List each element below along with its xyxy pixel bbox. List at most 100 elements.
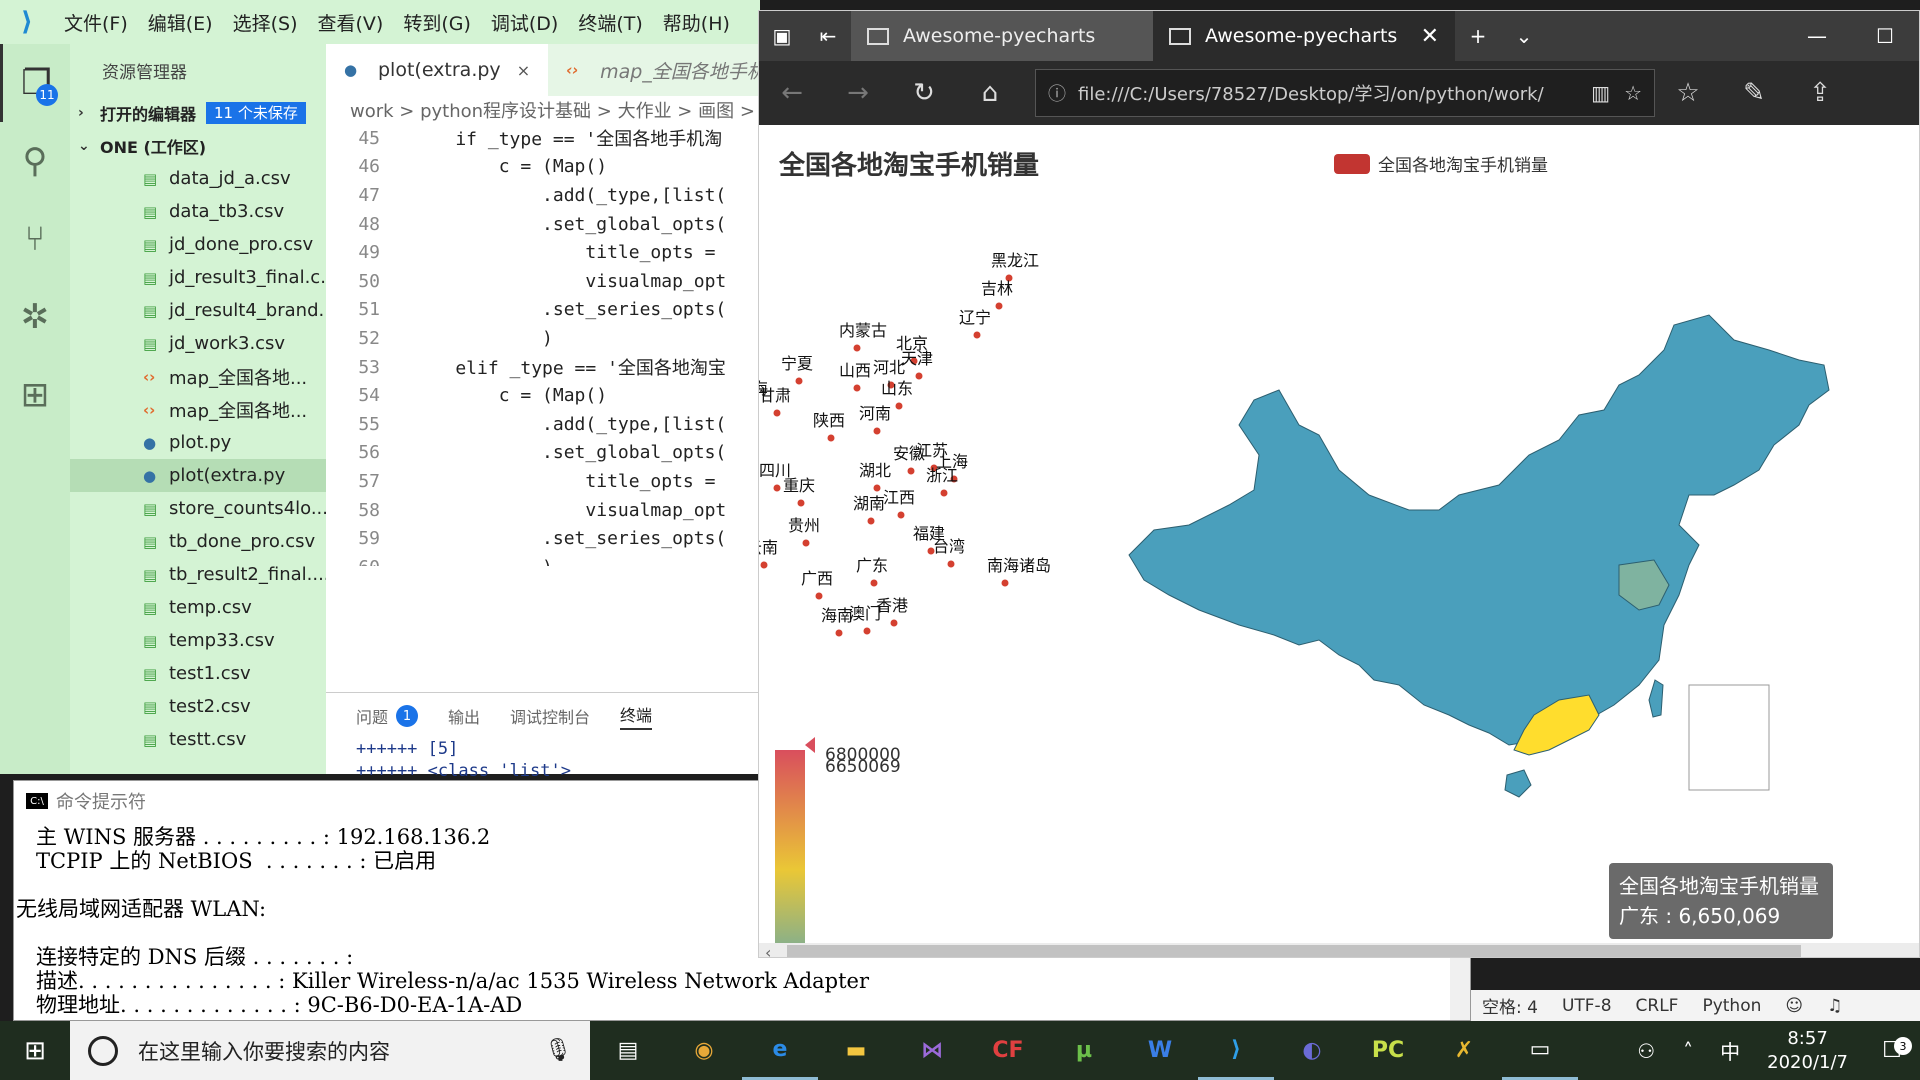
province-marker[interactable] xyxy=(947,560,955,568)
task-view-icon[interactable]: ▤ xyxy=(590,1021,666,1080)
province-marker[interactable] xyxy=(870,579,878,587)
scroll-thumb[interactable] xyxy=(787,945,1801,957)
minimize-icon[interactable]: — xyxy=(1783,11,1851,61)
vscode-icon[interactable]: ⟩ xyxy=(1198,1021,1274,1080)
chrome-icon[interactable]: ◉ xyxy=(666,1021,742,1080)
file-item[interactable]: ▤ test2.csv xyxy=(70,690,326,723)
debug-icon[interactable]: ✲ xyxy=(0,278,70,356)
visual-studio-icon[interactable]: ⋈ xyxy=(894,1021,970,1080)
explorer-icon[interactable]: ❐ 11 xyxy=(0,44,70,122)
code-editor[interactable]: 45 if _type == '全国各地手机淘 46 c = (Map() 47 .… xyxy=(326,124,760,566)
edge-icon[interactable]: e xyxy=(742,1021,818,1080)
app-icon[interactable]: ✗ xyxy=(1426,1021,1502,1080)
source-control-icon[interactable]: ⑂ xyxy=(0,200,70,278)
file-item[interactable]: ▤ tb_done_pro.csv xyxy=(70,525,326,558)
menu-help[interactable]: 帮助(H) xyxy=(653,9,740,36)
tab-list-chevron-icon[interactable]: ⌄ xyxy=(1501,11,1547,61)
search-icon[interactable]: ⚲ xyxy=(0,122,70,200)
windows-start-icon[interactable]: ⊞ xyxy=(0,1021,70,1080)
address-bar[interactable]: ⓘ file:///C:/Users/78527/Desktop/学习/on/p… xyxy=(1035,69,1655,117)
status-language[interactable]: Python xyxy=(1690,996,1773,1016)
favorite-star-icon[interactable]: ☆ xyxy=(1624,81,1642,105)
pycharm-icon[interactable]: PC xyxy=(1350,1021,1426,1080)
tab-debug-console[interactable]: 调试控制台 xyxy=(510,704,590,728)
province-marker[interactable] xyxy=(802,539,810,547)
province-marker[interactable] xyxy=(815,592,823,600)
province-marker[interactable] xyxy=(940,489,948,497)
status-indent[interactable]: 空格: 4 xyxy=(1470,993,1550,1018)
bell-icon[interactable]: ♫ xyxy=(1815,996,1854,1016)
menu-terminal[interactable]: 终端(T) xyxy=(568,9,652,36)
province-marker[interactable] xyxy=(773,409,781,417)
file-item[interactable]: ▤ jd_result4_brand... xyxy=(70,294,326,327)
province-marker[interactable] xyxy=(797,499,805,507)
clock[interactable]: 8:57 2020/1/7 xyxy=(1751,1027,1864,1075)
tab-close-icon[interactable]: × xyxy=(517,61,530,80)
open-editors-section[interactable]: › 打开的编辑器 11 个未保存 xyxy=(70,96,326,129)
microphone-icon[interactable]: 🎙 xyxy=(544,1038,572,1063)
file-item[interactable]: ▤ temp33.csv xyxy=(70,624,326,657)
china-map-chart[interactable]: 黑龙江吉林辽宁新疆内蒙古北京天津宁夏山西河北山东青海甘肃陕西河南西藏四川重庆湖北… xyxy=(759,125,1920,945)
file-item[interactable]: ▤ jd_done_pro.csv xyxy=(70,228,326,261)
taskbar-search[interactable]: 在这里输入你要搜索的内容 🎙 xyxy=(70,1021,590,1080)
file-item[interactable]: ▤ temp.csv xyxy=(70,591,326,624)
file-item[interactable]: ▤ store_counts4lo... xyxy=(70,492,326,525)
tab-problems[interactable]: 问题 1 xyxy=(356,704,419,728)
cmd-icon[interactable]: ▭ xyxy=(1502,1021,1578,1080)
scroll-left-icon[interactable]: ‹ xyxy=(765,943,771,957)
cf-app-icon[interactable]: CF xyxy=(970,1021,1046,1080)
province-marker[interactable] xyxy=(873,427,881,435)
file-item[interactable]: ● plot(extra.py xyxy=(70,459,326,492)
workspace-section[interactable]: ⌄ ONE (工作区) xyxy=(70,129,326,162)
status-encoding[interactable]: UTF-8 xyxy=(1550,996,1624,1016)
notification-center-icon[interactable]: ☐ 3 xyxy=(1864,1037,1920,1063)
set-aside-tabs-icon[interactable]: ⇤ xyxy=(805,11,851,61)
home-icon[interactable]: ⌂ xyxy=(957,61,1023,125)
extensions-icon[interactable]: ⊞ xyxy=(0,356,70,434)
province-marker[interactable] xyxy=(795,377,803,385)
file-item[interactable]: ● plot.py xyxy=(70,426,326,459)
forward-icon[interactable]: → xyxy=(825,61,891,125)
province-marker[interactable] xyxy=(1001,579,1009,587)
tab-actions-icon[interactable]: ▣ xyxy=(759,11,805,61)
utorrent-icon[interactable]: µ xyxy=(1046,1021,1122,1080)
province-marker[interactable] xyxy=(973,331,981,339)
new-tab-icon[interactable]: + xyxy=(1455,11,1501,61)
people-icon[interactable]: ⚇ xyxy=(1625,1039,1667,1063)
refresh-icon[interactable]: ↻ xyxy=(891,61,957,125)
file-item[interactable]: ▤ testt.csv xyxy=(70,723,326,756)
menu-file[interactable]: 文件(F) xyxy=(54,9,138,36)
favorites-icon[interactable]: ☆ xyxy=(1655,61,1721,125)
feedback-icon[interactable]: ☺ xyxy=(1773,996,1815,1016)
file-explorer-icon[interactable]: ▬ xyxy=(818,1021,894,1080)
breadcrumb[interactable]: work > python程序设计基础 > 大作业 > 画图 > xyxy=(326,96,760,124)
province-marker[interactable] xyxy=(915,372,923,380)
province-marker[interactable] xyxy=(907,467,915,475)
menu-go[interactable]: 转到(G) xyxy=(393,9,481,36)
province-marker[interactable] xyxy=(773,484,781,492)
province-marker[interactable] xyxy=(827,434,835,442)
province-marker[interactable] xyxy=(863,627,871,635)
status-eol[interactable]: CRLF xyxy=(1624,996,1691,1016)
chevron-up-icon[interactable]: ˄ xyxy=(1667,1039,1709,1063)
file-item[interactable]: ▤ jd_work3.csv xyxy=(70,327,326,360)
back-icon[interactable]: ← xyxy=(759,61,825,125)
chart-legend[interactable]: 全国各地淘宝手机销量 xyxy=(1334,151,1548,176)
province-marker[interactable] xyxy=(890,619,898,627)
tab-plot-extra[interactable]: ● plot(extra.py × xyxy=(326,44,549,96)
share-icon[interactable]: ⇪ xyxy=(1787,61,1853,125)
province-marker[interactable] xyxy=(995,302,1003,310)
province-marker[interactable] xyxy=(867,517,875,525)
tab-terminal[interactable]: 终端 xyxy=(620,702,653,730)
file-item[interactable]: ▤ data_jd_a.csv xyxy=(70,162,326,195)
province-marker[interactable] xyxy=(760,561,768,569)
horizontal-scrollbar[interactable]: ‹ xyxy=(759,943,1919,957)
file-item[interactable]: ‹› map_全国各地... xyxy=(70,393,326,426)
province-marker[interactable] xyxy=(873,484,881,492)
word-icon[interactable]: W xyxy=(1122,1021,1198,1080)
reading-view-icon[interactable]: ▥ xyxy=(1591,81,1610,105)
menu-view[interactable]: 查看(V) xyxy=(308,9,394,36)
close-tab-icon[interactable]: ✕ xyxy=(1421,24,1439,49)
file-item[interactable]: ▤ jd_result3_final.c... xyxy=(70,261,326,294)
province-marker[interactable] xyxy=(897,511,905,519)
